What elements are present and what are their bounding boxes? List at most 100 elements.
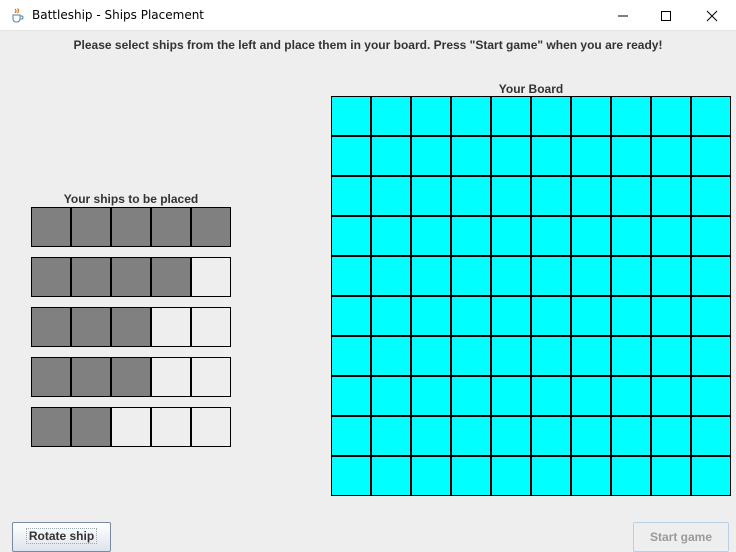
board-cell[interactable] [371,456,411,496]
board-cell[interactable] [691,416,731,456]
board-cell[interactable] [651,296,691,336]
board-cell[interactable] [371,336,411,376]
board-cell[interactable] [331,336,371,376]
board-cell[interactable] [331,216,371,256]
board-cell[interactable] [651,416,691,456]
board-cell[interactable] [611,96,651,136]
board-cell[interactable] [611,376,651,416]
board-cell[interactable] [371,136,411,176]
board-cell[interactable] [531,256,571,296]
board-cell[interactable] [371,256,411,296]
board-cell[interactable] [691,256,731,296]
board-cell[interactable] [491,416,531,456]
board-cell[interactable] [491,216,531,256]
ship-segment[interactable] [31,357,71,397]
board-cell[interactable] [531,216,571,256]
ship-segment[interactable] [71,207,111,247]
ship-segment[interactable] [151,207,191,247]
board-cell[interactable] [371,216,411,256]
board-cell[interactable] [371,176,411,216]
board-cell[interactable] [651,256,691,296]
ship-segment[interactable] [111,207,151,247]
board-cell[interactable] [411,96,451,136]
board-cell[interactable] [691,456,731,496]
board-cell[interactable] [531,176,571,216]
board-cell[interactable] [371,96,411,136]
title-bar[interactable]: Battleship - Ships Placement [0,0,736,31]
board-cell[interactable] [611,296,651,336]
board-cell[interactable] [451,416,491,456]
board-cell[interactable] [371,376,411,416]
board-cell[interactable] [611,216,651,256]
board-cell[interactable] [491,376,531,416]
ship-segment[interactable] [71,407,111,447]
board-cell[interactable] [451,96,491,136]
board-cell[interactable] [531,96,571,136]
close-button[interactable] [689,0,735,31]
board-cell[interactable] [691,336,731,376]
board-cell[interactable] [571,376,611,416]
ship-row[interactable] [31,307,231,347]
player-board[interactable] [331,96,731,496]
ship-segment[interactable] [71,257,111,297]
board-cell[interactable] [451,136,491,176]
maximize-button[interactable] [643,0,689,31]
board-cell[interactable] [411,376,451,416]
ship-segment[interactable] [111,307,151,347]
ship-segment[interactable] [31,257,71,297]
board-cell[interactable] [411,336,451,376]
board-cell[interactable] [491,136,531,176]
ship-segment[interactable] [31,207,71,247]
ship-segment[interactable] [71,307,111,347]
board-cell[interactable] [451,176,491,216]
board-cell[interactable] [331,376,371,416]
ship-row[interactable] [31,407,231,447]
board-cell[interactable] [611,456,651,496]
board-cell[interactable] [331,416,371,456]
rotate-ship-button[interactable]: Rotate ship [12,522,111,552]
minimize-button[interactable] [600,0,646,31]
board-cell[interactable] [571,296,611,336]
board-cell[interactable] [691,376,731,416]
board-cell[interactable] [691,176,731,216]
board-cell[interactable] [331,256,371,296]
ship-row[interactable] [31,257,231,297]
board-cell[interactable] [491,176,531,216]
board-cell[interactable] [491,456,531,496]
board-cell[interactable] [531,296,571,336]
board-cell[interactable] [691,96,731,136]
board-cell[interactable] [411,136,451,176]
board-cell[interactable] [571,256,611,296]
board-cell[interactable] [491,336,531,376]
ship-segment[interactable] [31,407,71,447]
board-cell[interactable] [531,376,571,416]
board-cell[interactable] [531,456,571,496]
board-cell[interactable] [571,176,611,216]
board-cell[interactable] [611,336,651,376]
board-cell[interactable] [451,216,491,256]
board-cell[interactable] [451,456,491,496]
board-cell[interactable] [491,96,531,136]
board-cell[interactable] [611,136,651,176]
board-cell[interactable] [691,296,731,336]
board-cell[interactable] [571,96,611,136]
board-cell[interactable] [571,136,611,176]
board-cell[interactable] [411,296,451,336]
board-cell[interactable] [331,456,371,496]
board-cell[interactable] [571,456,611,496]
board-cell[interactable] [651,456,691,496]
board-cell[interactable] [571,216,611,256]
board-cell[interactable] [411,456,451,496]
board-cell[interactable] [411,176,451,216]
board-cell[interactable] [651,96,691,136]
board-cell[interactable] [531,416,571,456]
ship-segment[interactable] [111,357,151,397]
board-cell[interactable] [331,96,371,136]
board-cell[interactable] [411,416,451,456]
ship-segment[interactable] [111,257,151,297]
board-cell[interactable] [691,216,731,256]
ship-segment[interactable] [31,307,71,347]
board-cell[interactable] [531,336,571,376]
board-cell[interactable] [611,176,651,216]
ship-row[interactable] [31,207,231,247]
